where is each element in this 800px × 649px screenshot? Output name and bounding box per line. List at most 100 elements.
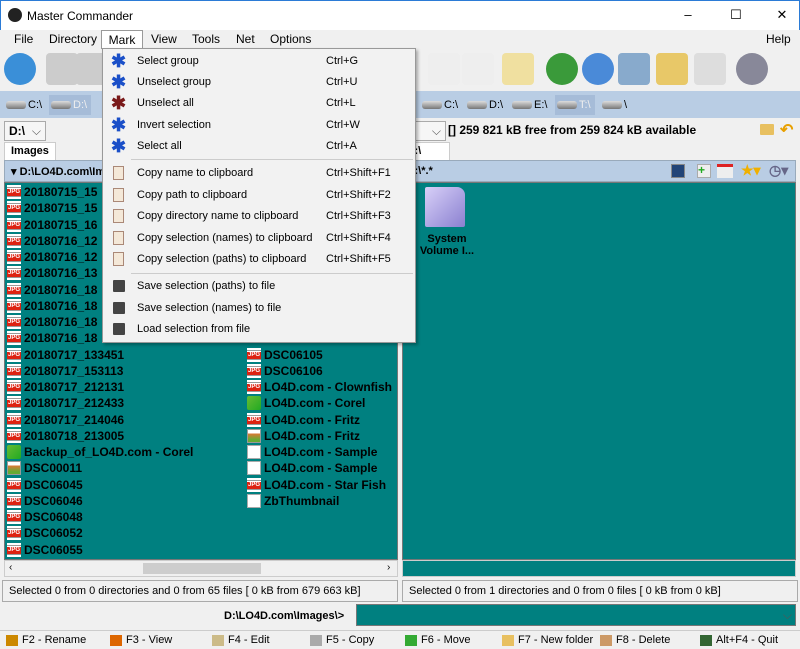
scroll-right-arrow-icon[interactable]: ›	[387, 562, 390, 573]
fkey-button[interactable]: F7 - New folder	[502, 634, 593, 646]
file-item[interactable]: DSC00011	[6, 460, 82, 476]
undo-arrow-icon[interactable]: ↶	[780, 120, 793, 140]
file-item[interactable]: DSC06048	[6, 509, 83, 525]
menu-mark[interactable]: Mark	[101, 30, 143, 49]
chevron-down-icon[interactable]: ⌵	[783, 608, 792, 623]
menu-file[interactable]: File	[12, 32, 35, 46]
settings-gear-icon[interactable]	[736, 53, 768, 85]
drive-button[interactable]: \	[600, 95, 627, 115]
menu-options[interactable]: Options	[268, 32, 313, 46]
file-item[interactable]: LO4D.com - Sample	[246, 460, 377, 476]
file-item[interactable]: 20180717_153113	[6, 363, 123, 379]
folder-icon[interactable]	[425, 187, 465, 227]
file-item[interactable]: DSC06052	[6, 525, 83, 541]
menu-item-select-group[interactable]: ✱ Select group Ctrl+G	[105, 51, 413, 72]
file-item[interactable]: 20180717_133451	[6, 347, 124, 363]
compare-icon[interactable]	[694, 53, 726, 85]
scroll-left-arrow-icon[interactable]: ‹	[9, 562, 12, 573]
menu-item-copy-selection-names-to-clipboard[interactable]: Copy selection (names) to clipboard Ctrl+…	[105, 228, 413, 249]
file-item[interactable]: 20180715_15	[6, 184, 97, 200]
edit-icon[interactable]	[502, 53, 534, 85]
file-item[interactable]: 20180716_12	[6, 249, 97, 265]
network-globe-icon[interactable]	[582, 53, 614, 85]
menu-item-invert-selection[interactable]: ✱ Invert selection Ctrl+W	[105, 115, 413, 136]
minimize-button[interactable]: –	[673, 5, 703, 25]
right-file-list[interactable]: System Volume I...	[402, 182, 796, 560]
scroll-thumb[interactable]	[143, 563, 261, 574]
shortcut-icon[interactable]	[671, 164, 685, 178]
drive-button[interactable]: E:\	[510, 95, 547, 115]
file-item[interactable]: 20180716_13	[6, 265, 97, 281]
panel-view-icon[interactable]	[46, 53, 78, 85]
fkey-button[interactable]: F5 - Copy	[310, 634, 374, 646]
file-item[interactable]: 20180716_18	[6, 330, 97, 346]
file-item[interactable]: Backup_of_LO4D.com - Corel	[6, 444, 193, 460]
maximize-button[interactable]: ☐	[721, 5, 751, 25]
command-input[interactable]	[356, 604, 796, 626]
file-item[interactable]: 20180717_214046	[6, 412, 124, 428]
open-folder-icon[interactable]	[760, 124, 774, 135]
ftp-icon[interactable]	[618, 53, 650, 85]
file-item[interactable]: LO4D.com - Clownfish	[246, 379, 392, 395]
left-horizontal-scrollbar[interactable]: ‹ ›	[4, 560, 398, 577]
tab-images[interactable]: Images	[4, 142, 56, 160]
add-tab-icon[interactable]: +	[697, 164, 711, 178]
file-item[interactable]: LO4D.com - Star Fish	[246, 477, 386, 493]
close-button[interactable]: ✕	[767, 5, 797, 25]
close-tab-icon[interactable]	[717, 164, 733, 178]
file-item[interactable]: 20180716_18	[6, 314, 97, 330]
file-item[interactable]: ZbThumbnail	[246, 493, 339, 509]
refresh-icon[interactable]	[4, 53, 36, 85]
history-clock-icon[interactable]: ◷▾	[769, 162, 788, 179]
file-item[interactable]: 20180716_12	[6, 233, 97, 249]
menu-item-copy-name-to-clipboard[interactable]: Copy name to clipboard Ctrl+Shift+F1	[105, 163, 413, 184]
menu-view[interactable]: View	[149, 32, 179, 46]
file-item[interactable]: DSC06045	[6, 477, 83, 493]
menu-item-unselect-all[interactable]: ✱ Unselect all Ctrl+L	[105, 93, 413, 114]
drive-button[interactable]: D:\	[465, 95, 503, 115]
menu-item-load-selection-from-file[interactable]: Load selection from file	[105, 319, 413, 340]
fkey-button[interactable]: F4 - Edit	[212, 634, 270, 646]
fkey-button[interactable]: F6 - Move	[405, 634, 471, 646]
file-item[interactable]: LO4D.com - Fritz	[246, 428, 360, 444]
drive-button[interactable]: D:\	[49, 95, 92, 115]
search-icon[interactable]	[428, 53, 460, 85]
file-item[interactable]: DSC06105	[246, 347, 323, 363]
file-item[interactable]: 20180715_16	[6, 217, 97, 233]
file-item[interactable]: LO4D.com - Corel	[246, 395, 365, 411]
menu-directory[interactable]: Directory	[47, 32, 99, 46]
menu-net[interactable]: Net	[234, 32, 257, 46]
file-item[interactable]: 20180715_15	[6, 200, 97, 216]
menu-item-copy-selection-paths-to-clipboard[interactable]: Copy selection (paths) to clipboard Ctrl+…	[105, 249, 413, 270]
file-item[interactable]: 20180717_212131	[6, 379, 124, 395]
menu-item-unselect-group[interactable]: ✱ Unselect group Ctrl+U	[105, 72, 413, 93]
favorites-star-icon[interactable]: ★▾	[741, 162, 761, 179]
file-item[interactable]: DSC06046	[6, 493, 83, 509]
fkey-button[interactable]: F3 - View	[110, 634, 172, 646]
menu-item-copy-path-to-clipboard[interactable]: Copy path to clipboard Ctrl+Shift+F2	[105, 185, 413, 206]
menu-help[interactable]: Help	[764, 32, 793, 46]
drive-button[interactable]: C:\	[4, 95, 42, 115]
file-item[interactable]: LO4D.com - Sample	[246, 444, 377, 460]
folder-name[interactable]: System Volume I...	[409, 233, 485, 257]
fkey-button[interactable]: F8 - Delete	[600, 634, 670, 646]
drive-button[interactable]: T:\	[555, 95, 595, 115]
fkey-button[interactable]: F2 - Rename	[6, 634, 86, 646]
left-drive-combo[interactable]: D:\ ⌵	[4, 121, 46, 141]
menu-item-select-all[interactable]: ✱ Select all Ctrl+A	[105, 136, 413, 157]
sync-folders-icon[interactable]	[656, 53, 688, 85]
menu-tools[interactable]: Tools	[190, 32, 222, 46]
file-item[interactable]: 20180717_212433	[6, 395, 124, 411]
right-path-bar[interactable]: T:\*.* + ★▾ ◷▾	[402, 160, 796, 182]
file-item[interactable]: DSC06055	[6, 542, 83, 558]
download-globe-icon[interactable]	[546, 53, 578, 85]
menu-item-save-selection-names-to-file[interactable]: Save selection (names) to file	[105, 298, 413, 319]
file-item[interactable]: 20180716_18	[6, 298, 97, 314]
fkey-button[interactable]: Alt+F4 - Quit	[700, 634, 778, 646]
menu-item-save-selection-paths-to-file[interactable]: Save selection (paths) to file	[105, 276, 413, 297]
notepad-icon[interactable]	[462, 53, 494, 85]
file-item[interactable]: LO4D.com - Fritz	[246, 412, 360, 428]
drive-button[interactable]: C:\	[420, 95, 458, 115]
file-item[interactable]: 20180718_213005	[6, 428, 124, 444]
file-item[interactable]: 20180716_18	[6, 282, 97, 298]
